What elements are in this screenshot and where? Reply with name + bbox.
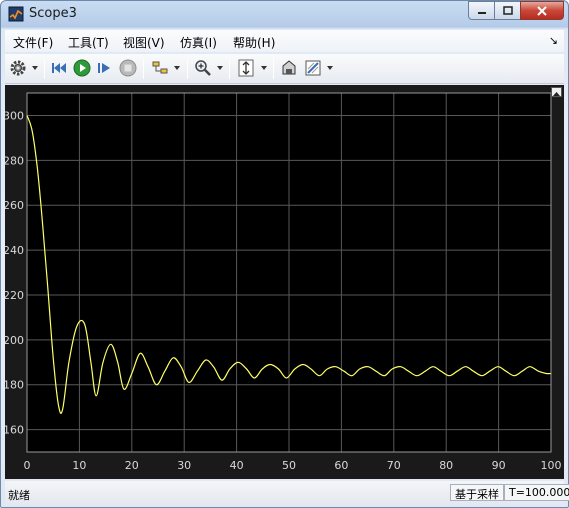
status-text: 就绪 bbox=[8, 489, 30, 502]
close-button[interactable] bbox=[520, 1, 564, 20]
y-tick-label: 200 bbox=[5, 334, 24, 347]
gear-icon[interactable] bbox=[9, 59, 27, 77]
x-tick-label: 20 bbox=[125, 459, 139, 472]
settings-dropdown-icon[interactable] bbox=[32, 66, 38, 70]
signal-selector-icon[interactable] bbox=[151, 59, 169, 77]
undock-axes-button[interactable] bbox=[551, 87, 562, 98]
scope-window: Scope3 文件(F) 工具(T) 视图(V) 仿真(I) 帮助(H) ↘ 0… bbox=[0, 0, 569, 508]
y-tick-label: 280 bbox=[5, 154, 24, 167]
zoom-dropdown-icon[interactable] bbox=[217, 66, 223, 70]
toolbar-separator bbox=[187, 59, 188, 79]
toolbar-separator bbox=[143, 59, 144, 79]
menu-help[interactable]: 帮助(H) bbox=[233, 34, 275, 51]
y-tick-label: 240 bbox=[5, 244, 24, 257]
plot-area[interactable]: 0 10 20 30 40 50 60 70 80 90 100 160 180 200 220 240 260… bbox=[5, 85, 564, 479]
x-tick-label: 50 bbox=[282, 459, 296, 472]
menu-bar: 文件(F) 工具(T) 视图(V) 仿真(I) 帮助(H) ↘ bbox=[5, 30, 564, 52]
toolbar-separator bbox=[273, 59, 274, 79]
sim-time-readout: T=100.000 bbox=[504, 484, 569, 501]
menu-simulation[interactable]: 仿真(I) bbox=[180, 34, 217, 51]
autoscale-dropdown-icon[interactable] bbox=[261, 66, 267, 70]
step-back-icon[interactable] bbox=[51, 59, 69, 77]
menu-file[interactable]: 文件(F) bbox=[13, 34, 53, 51]
toolbar bbox=[5, 54, 564, 84]
toolbar-separator bbox=[44, 59, 45, 79]
toolbar-separator bbox=[229, 59, 230, 79]
x-tick-label: 0 bbox=[24, 459, 31, 472]
y-tick-label: 300 bbox=[5, 109, 24, 122]
title-bar[interactable]: Scope3 bbox=[1, 1, 568, 27]
menu-tools[interactable]: 工具(T) bbox=[68, 34, 109, 51]
maximize-icon bbox=[502, 6, 513, 15]
step-forward-icon[interactable] bbox=[96, 59, 114, 77]
matlab-scope-icon bbox=[8, 6, 24, 22]
window-controls bbox=[468, 1, 564, 20]
undock-arrow-icon bbox=[553, 92, 560, 98]
x-tick-label: 80 bbox=[439, 459, 453, 472]
run-icon[interactable] bbox=[73, 59, 91, 77]
dock-arrow-icon[interactable]: ↘ bbox=[549, 34, 558, 47]
x-tick-label: 90 bbox=[492, 459, 506, 472]
stop-icon[interactable] bbox=[119, 59, 137, 77]
autoscale-icon[interactable] bbox=[237, 59, 255, 77]
highlight-icon[interactable] bbox=[280, 59, 298, 77]
maximize-button[interactable] bbox=[494, 1, 521, 20]
x-tick-label: 60 bbox=[334, 459, 348, 472]
close-icon bbox=[537, 5, 547, 16]
style-icon[interactable] bbox=[304, 59, 322, 77]
status-bar: 就绪 基于采样 T=100.000 bbox=[5, 481, 569, 505]
y-tick-label: 260 bbox=[5, 199, 24, 212]
minimize-button[interactable] bbox=[468, 1, 495, 20]
y-tick-label: 160 bbox=[5, 424, 24, 437]
x-tick-label: 70 bbox=[387, 459, 401, 472]
minimize-icon bbox=[477, 11, 486, 14]
sample-mode-badge: 基于采样 bbox=[450, 484, 504, 501]
menu-view[interactable]: 视图(V) bbox=[123, 34, 165, 51]
signal-dropdown-icon[interactable] bbox=[174, 66, 180, 70]
x-tick-label: 30 bbox=[177, 459, 191, 472]
window-title: Scope3 bbox=[29, 6, 77, 21]
x-tick-label: 100 bbox=[541, 459, 562, 472]
y-tick-label: 180 bbox=[5, 379, 24, 392]
style-dropdown-icon[interactable] bbox=[327, 66, 333, 70]
scope-plot[interactable]: 0 10 20 30 40 50 60 70 80 90 100 160 180 200 220 240 260… bbox=[5, 85, 564, 479]
x-tick-label: 40 bbox=[230, 459, 244, 472]
x-tick-label: 10 bbox=[72, 459, 86, 472]
zoom-in-icon[interactable] bbox=[194, 59, 212, 77]
y-tick-label: 220 bbox=[5, 289, 24, 302]
